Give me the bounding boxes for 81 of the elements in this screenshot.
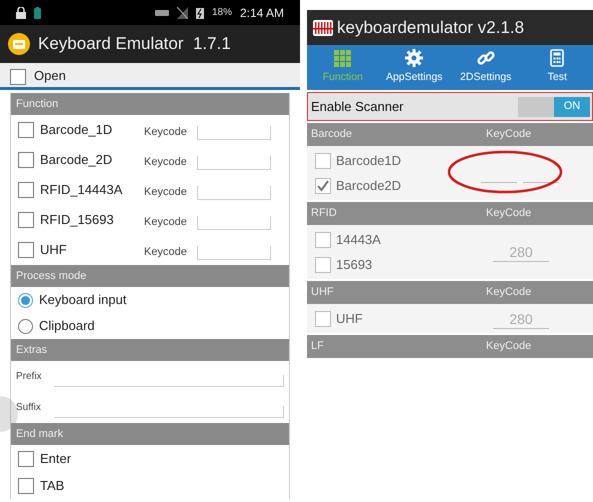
header-label: LF xyxy=(311,339,325,354)
setting-label: Enable Scanner xyxy=(311,98,404,116)
checkbox[interactable] xyxy=(18,478,34,494)
switch-thumb: ON xyxy=(554,96,590,116)
checkbox-label: RFID_15693 xyxy=(40,211,115,230)
checkbox[interactable] xyxy=(18,152,34,168)
input-field[interactable] xyxy=(196,216,271,230)
checkbox[interactable] xyxy=(18,122,34,138)
input-field[interactable] xyxy=(54,374,284,386)
link-icon xyxy=(476,49,495,68)
input-field[interactable]: 280 xyxy=(493,242,549,262)
column-header: KeyCode xyxy=(486,127,532,142)
input-field[interactable] xyxy=(54,406,284,418)
checkbox[interactable] xyxy=(18,242,34,258)
calculator-icon xyxy=(550,49,564,68)
field-label: Keycode xyxy=(144,244,187,260)
barcode-logo-icon xyxy=(313,20,333,36)
battery-percent: 18% xyxy=(212,6,232,20)
column-header: KeyCode xyxy=(486,285,532,300)
lock-icon xyxy=(16,6,26,18)
settings-icon xyxy=(405,49,424,68)
checkbox[interactable] xyxy=(18,212,34,228)
checkbox-label: TAB xyxy=(40,476,66,495)
checkbox[interactable] xyxy=(315,310,331,326)
checkbox[interactable] xyxy=(315,256,331,272)
toggle-switch[interactable]: ON xyxy=(518,96,590,116)
input-field[interactable]: 280 xyxy=(493,308,549,328)
radio-label: Clipboard xyxy=(39,317,95,336)
battery-icon xyxy=(34,6,41,18)
checkbox[interactable] xyxy=(315,232,331,248)
field-label: Keycode xyxy=(144,214,187,230)
section-header: Extras xyxy=(11,339,289,361)
checkbox-label: Barcode2D xyxy=(336,176,402,195)
checkbox[interactable] xyxy=(10,69,26,85)
radio-button[interactable] xyxy=(18,318,33,334)
header-label: RFID xyxy=(311,206,338,222)
check-icon xyxy=(316,178,330,192)
checkbox-label: UHF xyxy=(40,241,68,260)
checkbox[interactable] xyxy=(18,450,34,466)
checkbox-label: 15693 xyxy=(336,256,372,274)
battery-charging-icon xyxy=(196,6,204,18)
grid-icon xyxy=(334,50,352,67)
checkbox[interactable] xyxy=(18,182,34,198)
checkbox-label: RFID_14443A xyxy=(40,181,124,200)
tab[interactable]: Function xyxy=(307,45,378,90)
column-header: KeyCode xyxy=(486,339,532,354)
app-logo-icon xyxy=(8,33,30,55)
tab[interactable]: 2DSettings xyxy=(450,45,522,90)
field-label: Keycode xyxy=(144,124,187,140)
section-header: End mark xyxy=(11,423,289,445)
header-label: Barcode xyxy=(311,127,353,142)
column-header: KeyCode xyxy=(486,206,532,222)
app-title: Keyboard Emulator 1.7.1 xyxy=(38,33,231,56)
section-header: Function xyxy=(11,93,289,115)
checkbox-label: Barcode1D xyxy=(336,152,402,170)
field-label: Keycode xyxy=(144,154,187,170)
app-title: keyboardemulator v2.1.8 xyxy=(337,16,524,39)
input-field[interactable] xyxy=(196,246,271,260)
checkbox-label: UHF xyxy=(336,310,363,328)
radio-label: Keyboard input xyxy=(39,291,126,310)
checkbox-label: Barcode_1D xyxy=(40,121,114,140)
tab[interactable]: AppSettings xyxy=(378,45,450,90)
field-label: Suffix xyxy=(16,401,42,415)
checkbox-label: Enter xyxy=(40,450,72,468)
checkbox[interactable] xyxy=(315,178,331,194)
checkbox[interactable] xyxy=(315,152,331,168)
input-field[interactable] xyxy=(196,156,271,170)
keyboard-icon xyxy=(154,8,169,16)
field-label: Keycode xyxy=(144,184,187,200)
section-header: Process mode xyxy=(11,265,289,287)
checkbox-label: Open xyxy=(34,66,66,85)
input-field[interactable] xyxy=(196,126,271,140)
header-label: UHF xyxy=(311,285,335,300)
clock: 2:14 AM xyxy=(240,4,284,22)
no-signal-icon xyxy=(176,6,188,18)
checkbox-label: Barcode_2D xyxy=(40,151,114,170)
checkbox-label: 14443A xyxy=(336,230,381,249)
tab[interactable]: Test xyxy=(522,45,593,90)
field-label: Prefix xyxy=(16,370,43,384)
input-field[interactable] xyxy=(196,186,271,200)
radio-button[interactable] xyxy=(18,292,33,308)
